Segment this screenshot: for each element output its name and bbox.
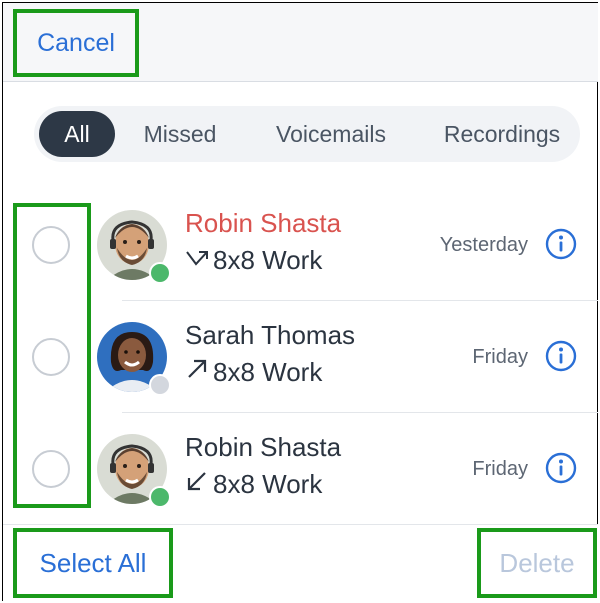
outgoing-call-arrow-icon bbox=[185, 358, 211, 387]
call-row[interactable]: Sarah Thomas 8x8 Work Friday bbox=[95, 300, 595, 412]
line-label: 8x8 Work bbox=[213, 245, 323, 275]
call-date: Yesterday bbox=[439, 234, 528, 256]
contact-name: Robin Shasta bbox=[185, 432, 342, 462]
contact-name: Robin Shasta bbox=[185, 208, 342, 238]
call-line: 8x8 Work bbox=[185, 469, 322, 500]
delete-button[interactable]: Delete bbox=[477, 528, 597, 598]
info-icon[interactable] bbox=[545, 228, 577, 260]
tab-all[interactable]: All bbox=[39, 111, 115, 157]
select-radio-row-3[interactable] bbox=[32, 450, 70, 488]
presence-offline-indicator bbox=[149, 374, 171, 396]
tab-voicemails[interactable]: Voicemails bbox=[260, 106, 402, 162]
line-label: 8x8 Work bbox=[213, 469, 323, 499]
filter-tabs: All Missed Voicemails Recordings bbox=[34, 106, 580, 162]
line-label: 8x8 Work bbox=[213, 357, 323, 387]
missed-call-arrow-icon bbox=[185, 247, 211, 275]
tab-recordings[interactable]: Recordings bbox=[432, 106, 572, 162]
contact-name: Sarah Thomas bbox=[185, 320, 356, 350]
presence-available-indicator bbox=[149, 262, 171, 284]
presence-available-indicator bbox=[149, 486, 171, 508]
select-radio-row-1[interactable] bbox=[32, 226, 70, 264]
info-icon[interactable] bbox=[545, 340, 577, 372]
call-line: 8x8 Work bbox=[185, 357, 322, 388]
call-date: Friday bbox=[472, 346, 528, 368]
info-icon[interactable] bbox=[545, 452, 577, 484]
select-all-button[interactable]: Select All bbox=[13, 528, 173, 598]
call-date: Friday bbox=[472, 458, 528, 480]
incoming-call-arrow-icon bbox=[185, 470, 211, 499]
select-radio-row-2[interactable] bbox=[32, 338, 70, 376]
call-line: 8x8 Work bbox=[185, 245, 322, 276]
tab-missed[interactable]: Missed bbox=[130, 106, 230, 162]
call-row[interactable]: Robin Shasta 8x8 Work Friday bbox=[95, 412, 595, 524]
call-row[interactable]: Robin Shasta 8x8 Work Yesterday bbox=[95, 188, 595, 300]
cancel-button[interactable]: Cancel bbox=[13, 9, 139, 77]
